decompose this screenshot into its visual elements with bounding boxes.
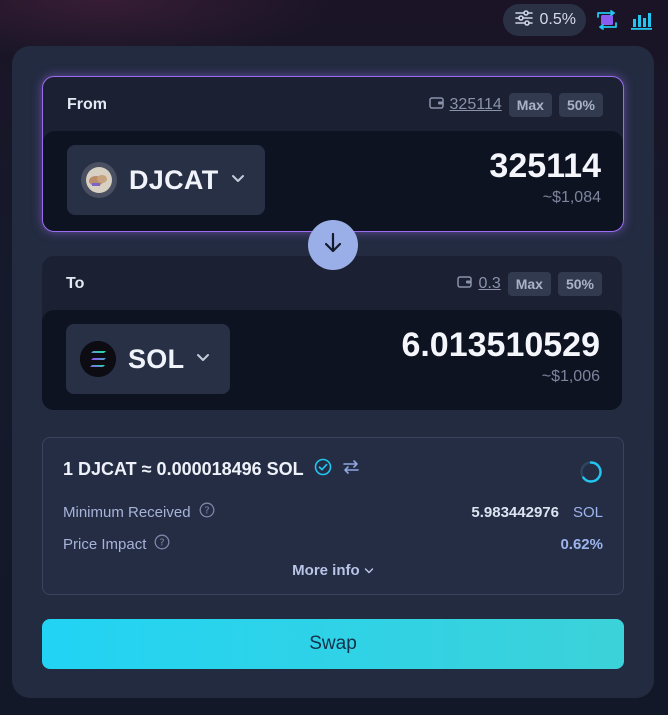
to-label: To bbox=[66, 275, 85, 292]
svg-text:?: ? bbox=[160, 538, 165, 549]
to-panel: To 0.3 Max 50% SOL 6.013510529 ~$1,006 bbox=[42, 256, 622, 410]
swap-button[interactable]: Swap bbox=[42, 619, 624, 669]
from-balance-value[interactable]: 325114 bbox=[450, 96, 502, 114]
from-balance[interactable]: 325114 bbox=[428, 96, 502, 115]
switch-direction-button[interactable] bbox=[308, 220, 358, 270]
to-token-name: SOL bbox=[128, 343, 185, 374]
from-amount[interactable]: 325114 ~$1,084 bbox=[489, 145, 601, 207]
from-header: From 325114 Max 50% bbox=[67, 91, 603, 119]
route-info-box: 1 DJCAT ≈ 0.000018496 SOL Minimum Receiv… bbox=[42, 437, 624, 595]
from-max-button[interactable]: Max bbox=[508, 93, 552, 117]
min-received-unit: SOL bbox=[572, 503, 603, 521]
slippage-button[interactable]: 0.5% bbox=[502, 4, 586, 36]
arrow-down-icon bbox=[323, 232, 343, 259]
more-info-label[interactable]: More info bbox=[292, 562, 360, 579]
top-toolbar: 0.5% bbox=[502, 4, 654, 36]
to-balance[interactable]: 0.3 bbox=[457, 275, 501, 294]
from-input-area: DJCAT 325114 ~$1,084 bbox=[43, 131, 623, 231]
to-header: To 0.3 Max 50% bbox=[66, 270, 602, 298]
bar-chart-icon[interactable] bbox=[628, 7, 654, 33]
from-panel: From 325114 Max 50% DJCAT 325114 ~$1,084 bbox=[42, 76, 624, 232]
to-balance-value[interactable]: 0.3 bbox=[478, 275, 500, 293]
from-amount-input[interactable]: 325114 bbox=[489, 145, 601, 187]
min-received-value: 5.983442976 bbox=[471, 503, 559, 521]
to-token-selector[interactable]: SOL bbox=[66, 324, 231, 394]
to-input-area: SOL 6.013510529 ~$1,006 bbox=[42, 310, 622, 410]
from-token-selector[interactable]: DJCAT bbox=[67, 145, 265, 215]
djcat-token-icon bbox=[81, 162, 117, 198]
verified-check-icon bbox=[314, 458, 332, 481]
more-info-toggle[interactable]: More info bbox=[43, 562, 623, 579]
swap-rate-icon[interactable] bbox=[342, 459, 360, 480]
help-icon[interactable]: ? bbox=[199, 502, 215, 522]
from-label: From bbox=[67, 96, 107, 113]
price-impact-value: 0.62% bbox=[560, 535, 603, 553]
to-usd-value: ~$1,006 bbox=[541, 368, 600, 385]
price-impact-label: Price Impact bbox=[63, 535, 147, 553]
from-half-button[interactable]: 50% bbox=[558, 93, 603, 117]
wallet-icon bbox=[428, 96, 445, 115]
wallet-icon bbox=[457, 275, 473, 294]
svg-text:?: ? bbox=[204, 506, 209, 517]
from-usd-value: ~$1,084 bbox=[542, 189, 601, 206]
chevron-down-icon bbox=[231, 171, 245, 189]
sol-token-icon bbox=[80, 341, 116, 377]
swap-card: From 325114 Max 50% DJCAT 325114 ~$1,084… bbox=[12, 46, 654, 698]
chevron-down-icon bbox=[196, 350, 210, 368]
to-amount: 6.013510529 ~$1,006 bbox=[401, 324, 600, 386]
exchange-rate-row: 1 DJCAT ≈ 0.000018496 SOL bbox=[63, 458, 360, 481]
sliders-icon bbox=[514, 9, 533, 31]
to-half-button[interactable]: 50% bbox=[557, 272, 602, 296]
chevron-down-icon bbox=[364, 562, 374, 579]
help-icon[interactable]: ? bbox=[154, 534, 170, 554]
refresh-timer-icon[interactable] bbox=[579, 460, 603, 489]
min-received-label: Minimum Received bbox=[63, 503, 191, 521]
from-token-name: DJCAT bbox=[129, 164, 219, 195]
to-max-button[interactable]: Max bbox=[507, 272, 551, 296]
min-received-row: Minimum Received ? 5.983442976 SOL bbox=[63, 502, 603, 522]
to-amount-output: 6.013510529 bbox=[401, 326, 600, 364]
price-impact-row: Price Impact ? 0.62% bbox=[63, 534, 603, 554]
swap-mode-icon[interactable] bbox=[594, 7, 620, 33]
slippage-value: 0.5% bbox=[539, 11, 576, 28]
exchange-rate: 1 DJCAT ≈ 0.000018496 SOL bbox=[63, 459, 304, 479]
